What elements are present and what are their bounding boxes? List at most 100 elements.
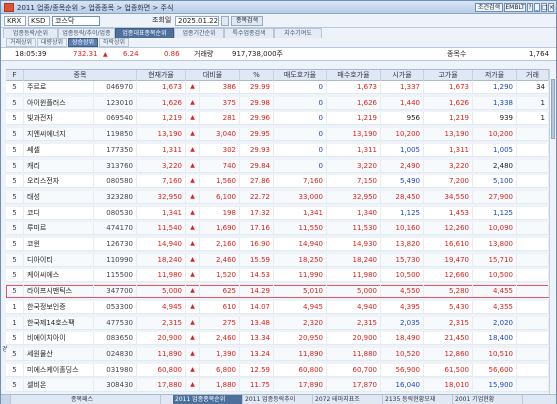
tab-sector-period[interactable]: 업종기간순위 <box>174 28 224 38</box>
market-select[interactable]: KRX <box>4 16 26 26</box>
main-tabs: 업종등락/순위 업종등락/추이/업종 업종대표종목순위 업종기간순위 특수업종검… <box>1 28 556 38</box>
market-option-ksd[interactable]: KSD <box>28 16 50 26</box>
cell-vol <box>517 253 549 266</box>
table-row[interactable]: 5 태성 323280 32,950 ▲ 6,100 22.72 33,000 32,950 28… <box>6 190 549 204</box>
up-arrow-icon: ▲ <box>186 253 200 266</box>
cell-high: 21,450 <box>424 332 473 345</box>
emblt-button[interactable]: EMBLT <box>504 3 526 12</box>
col-header-pct[interactable]: % <box>240 70 274 81</box>
tab-index-contribution[interactable]: 지수기여도 <box>274 28 322 38</box>
col-header-ask[interactable]: 매도호가율 <box>274 70 327 81</box>
cell-name: 셀비온 <box>24 379 94 392</box>
cell-diff: 275 <box>200 316 240 329</box>
minimize-icon[interactable]: _ <box>534 3 540 12</box>
cell-bid: 2,315 <box>327 316 381 329</box>
bottom-tab-company[interactable]: 2001 기업현황 <box>453 395 523 404</box>
cell-bid: 11,530 <box>327 222 381 235</box>
index-select[interactable]: 코스닥 <box>52 16 100 26</box>
cell-code: 177350 <box>94 143 137 156</box>
col-header-high[interactable]: 고가율 <box>424 70 473 81</box>
bottom-tab-sector-trend[interactable]: 2011 업종등락추이 <box>243 395 313 404</box>
cell-vol <box>517 285 549 298</box>
bottom-tab-theme[interactable]: 2072 테마지표조 <box>313 395 383 404</box>
table-row[interactable]: 5 미에스케이홀딩스 031980 60,800 ▲ 6,800 12.59 60,800 60… <box>6 363 549 377</box>
subtab-fall-top[interactable]: 하락상위 <box>99 38 129 47</box>
tab-sector-trend[interactable]: 업종등락/추이/업종 <box>58 28 115 38</box>
cell-ask: 18,250 <box>274 253 327 266</box>
cell-vol <box>517 300 549 313</box>
col-header-open[interactable]: 시가율 <box>381 70 424 81</box>
col-header-bid[interactable]: 매수호가율 <box>327 70 381 81</box>
col-header-low[interactable]: 저가율 <box>473 70 517 81</box>
cell-f: 5 <box>6 206 24 219</box>
col-header-diff[interactable]: 대비율 <box>186 70 240 81</box>
table-row[interactable]: 5 루미르 474170 11,540 ▲ 1,690 17.16 11,550 11,530 1… <box>6 222 549 236</box>
table-row[interactable]: 5 쎄셀 177350 1,311 ▲ 302 29.93 0 1,311 1,005 1,311 1… <box>6 143 549 157</box>
table-row[interactable]: 5 빛과전자 069540 1,219 ▲ 281 29.96 0 1,219 956 1,219 9… <box>6 112 549 126</box>
main-window: 2011 업종/종목순위 > 업종종목 > 업종화면 > 주식 조건검색 EMB… <box>0 0 557 404</box>
help-icon[interactable]: ? <box>527 3 533 12</box>
table-row[interactable]: 5 코디 080530 1,341 ▲ 198 17.32 1,341 1,340 1,125 1,… <box>6 206 549 220</box>
cell-open: 5,490 <box>381 175 424 188</box>
table-row[interactable]: 5 주르로 046970 1,673 ▲ 386 29.99 0 1,673 1,337 1,673… <box>6 81 549 94</box>
cell-low: 1,290 <box>473 81 517 93</box>
table-row[interactable]: 5 세원물산 024830 11,890 ▲ 1,390 13.24 11,890 11,880… <box>6 347 549 361</box>
bottom-tab-updown[interactable]: 2135 등락현황모재 <box>383 395 453 404</box>
cell-f: 5 <box>6 269 24 282</box>
table-row[interactable]: 5 비에이치아이 083650 20,900 ▲ 2,460 13.34 20,950 20,9… <box>6 332 549 346</box>
cell-low: 1,005 <box>473 143 517 156</box>
table-row[interactable]: 5 케이씨에스 115500 11,980 ▲ 1,520 14.53 11,990 11,98… <box>6 269 549 283</box>
table-row[interactable]: 5 셀비온 308430 17,880 ▲ 1,880 11.75 17,890 17,870 1… <box>6 379 549 393</box>
up-arrow-icon: ▲ <box>186 363 200 376</box>
scrollbar-thumb[interactable] <box>551 79 555 139</box>
col-header-name[interactable]: 종목 <box>24 70 137 81</box>
cell-bid: 20,900 <box>327 332 381 345</box>
condition-search-button[interactable]: 조건검색 <box>475 3 503 12</box>
col-header-f[interactable]: F <box>6 70 24 81</box>
cell-f: 5 <box>6 112 24 125</box>
table-row[interactable]: 5 코윈 126730 14,940 ▲ 2,160 16.90 14,940 14,930 13… <box>6 238 549 251</box>
tab-sector-leaders[interactable]: 업종대표종목순위 <box>115 28 174 38</box>
table-row[interactable]: 5 지엔씨에너지 119850 13,190 ▲ 3,040 29.95 0 13,190 10,… <box>6 128 549 142</box>
maximize-icon[interactable]: □ <box>541 3 548 12</box>
grid-icon[interactable] <box>1 395 11 404</box>
cell-diff: 1,390 <box>200 347 240 360</box>
table-row[interactable]: 5 오리스전자 080580 7,160 ▲ 1,560 27.86 7,160 7,150 5,… <box>6 175 549 189</box>
calendar-icon[interactable] <box>221 16 229 26</box>
table-row[interactable]: 5 라이프시맨틱스 347700 5,000 ▲ 625 14.29 5,010 5,000 4,… <box>6 285 549 299</box>
cell-high: 1,626 <box>424 96 473 109</box>
date-input[interactable]: 2025.01.22 <box>175 16 219 26</box>
bottom-search-input[interactable]: 종목패스 <box>69 395 161 404</box>
search-button[interactable]: 종목검색 <box>231 16 263 26</box>
subtab-volume-top[interactable]: 거래상위 <box>6 38 36 47</box>
table-row[interactable]: 5 디아이티 110990 18,240 ▲ 2,460 15.59 18,250 18,240… <box>6 253 549 267</box>
cell-low: 4,355 <box>473 300 517 313</box>
cell-high: 12,660 <box>424 269 473 282</box>
cell-bid: 11,980 <box>327 269 381 282</box>
cell-pct: 29.96 <box>240 112 274 125</box>
tab-special-search[interactable]: 특수업종검색 <box>224 28 274 38</box>
subtab-rise-top[interactable]: 상승상위 <box>68 38 98 47</box>
close-icon[interactable]: × <box>548 3 554 12</box>
subtab-bulk-top[interactable]: 대량상위 <box>37 38 67 47</box>
table-row[interactable]: 5 아이윈플러스 123010 1,626 ▲ 375 29.98 0 1,626 1,440 1,… <box>6 96 549 110</box>
cell-code: 053300 <box>94 300 137 313</box>
vertical-scrollbar[interactable] <box>549 69 556 394</box>
cell-low: 18,400 <box>473 332 517 345</box>
cell-low: 10,090 <box>473 222 517 235</box>
cell-diff: 6,800 <box>200 363 240 376</box>
table-row[interactable]: 5 캐리 313760 3,220 ▲ 740 29.84 0 3,220 2,490 3,220 2… <box>6 159 549 173</box>
cell-pct: 15.59 <box>240 253 274 266</box>
cell-price: 1,311 <box>137 143 186 156</box>
cell-diff: 2,460 <box>200 332 240 345</box>
col-header-vol[interactable]: 거래 <box>517 70 549 81</box>
cell-high: 16,610 <box>424 238 473 250</box>
table-row[interactable]: 1 한국제14호스팩 477530 2,315 ▲ 275 13.48 2,320 2,315 2… <box>6 316 549 330</box>
bottom-tab-sector-rank[interactable]: 2011 업종종목순위 <box>173 395 243 404</box>
table-row[interactable]: 1 한국정보인증 053300 4,945 ▲ 610 14.07 4,945 4,940 4,3… <box>6 300 549 314</box>
cell-pct: 13.24 <box>240 347 274 360</box>
cell-f: 5 <box>6 175 24 188</box>
tab-sector-rank[interactable]: 업종등락/순위 <box>3 28 58 38</box>
col-header-price[interactable]: 현재가율 <box>137 70 186 81</box>
up-arrow-icon: ▲ <box>186 81 200 93</box>
